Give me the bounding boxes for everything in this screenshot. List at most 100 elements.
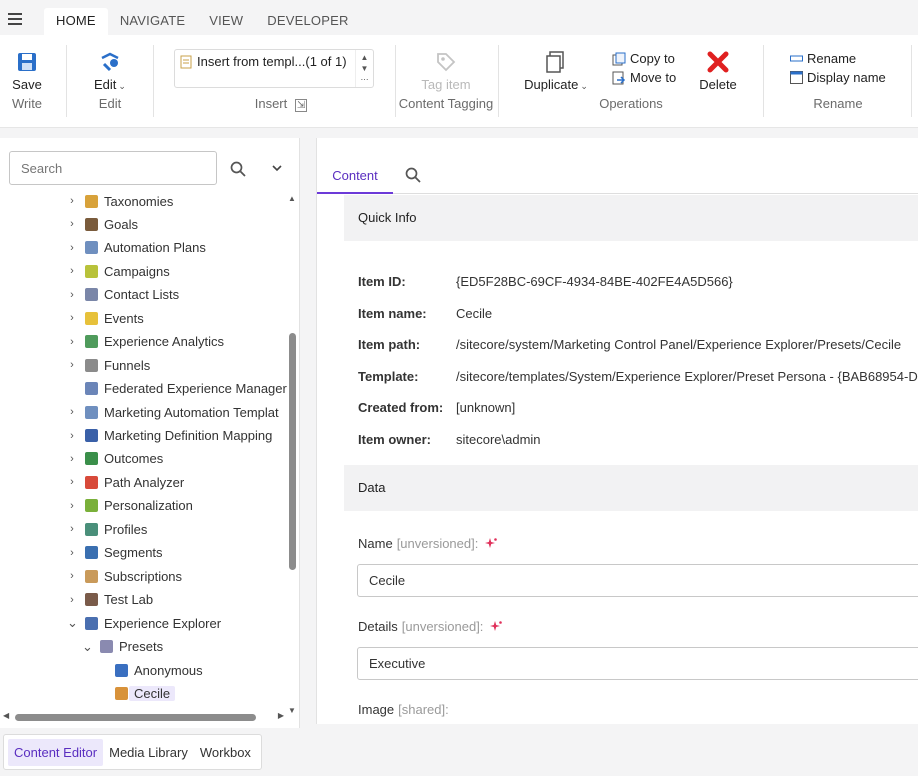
- quick-info-section-header[interactable]: Quick Info: [344, 195, 918, 241]
- chevron-right-icon[interactable]: ›: [67, 500, 77, 512]
- tree-node[interactable]: › Contact Lists: [67, 284, 179, 306]
- details-input[interactable]: [357, 647, 918, 680]
- chevron-down-icon[interactable]: ⌄: [82, 639, 93, 655]
- tree-node[interactable]: › Path Analyzer: [67, 471, 184, 493]
- item-path-value: /sitecore/system/Marketing Control Panel…: [456, 337, 902, 352]
- content-tabs: Content: [317, 156, 918, 194]
- funnels-icon: [85, 358, 98, 372]
- chevron-right-icon[interactable]: ›: [67, 289, 77, 301]
- tab-view[interactable]: VIEW: [197, 8, 255, 35]
- tree-node[interactable]: › Taxonomies: [67, 190, 173, 212]
- chevron-right-icon[interactable]: ›: [67, 195, 77, 207]
- scroll-left-icon[interactable]: ◀: [3, 711, 9, 720]
- chevron-right-icon[interactable]: ›: [67, 312, 77, 324]
- tree-node[interactable]: › Personalization: [67, 495, 193, 517]
- save-button[interactable]: Save: [9, 50, 45, 92]
- chevron-right-icon[interactable]: ›: [67, 570, 77, 582]
- chevron-right-icon[interactable]: ›: [67, 218, 77, 230]
- chevron-right-icon[interactable]: ›: [67, 547, 77, 559]
- copy-to-button[interactable]: Copy to: [612, 51, 675, 66]
- display-name-button[interactable]: Display name: [790, 70, 886, 85]
- edit-button[interactable]: Edit ⌄: [88, 50, 132, 92]
- duplicate-button[interactable]: Duplicate ⌄: [520, 50, 592, 92]
- tree-node[interactable]: › Goals: [67, 213, 138, 235]
- tree-node[interactable]: › Experience Analytics: [67, 331, 224, 353]
- tree-vertical-scrollbar[interactable]: ▲ ▼: [287, 190, 299, 715]
- tree-node[interactable]: Anonymous: [97, 659, 203, 681]
- tag-item-label: Tag item: [421, 77, 471, 92]
- move-to-button[interactable]: Move to: [612, 70, 676, 85]
- copy-to-label: Copy to: [630, 51, 675, 66]
- chevron-right-icon[interactable]: ›: [67, 523, 77, 535]
- name-field-label: Name [unversioned]:: [358, 536, 498, 551]
- content-tree: › Taxonomies › Goals › Automation Plans › Campa…: [0, 190, 287, 708]
- tab-home[interactable]: HOME: [44, 8, 108, 35]
- chevron-right-icon[interactable]: ›: [67, 476, 77, 488]
- chevron-right-icon[interactable]: ›: [67, 594, 77, 606]
- tree-node[interactable]: Cecile: [97, 682, 176, 704]
- tree-search-input[interactable]: [9, 151, 217, 185]
- data-section-header[interactable]: Data: [344, 465, 918, 511]
- tag-item-button[interactable]: Tag item: [418, 50, 474, 92]
- template-value[interactable]: /sitecore/templates/System/Experience Ex…: [456, 369, 918, 384]
- persona-cecile-icon: [115, 686, 128, 700]
- chevron-right-icon[interactable]: ›: [67, 359, 77, 371]
- scroll-up-icon[interactable]: ▲: [288, 194, 296, 203]
- ai-sparkle-icon[interactable]: [484, 537, 498, 551]
- tab-workbox[interactable]: Workbox: [194, 739, 257, 766]
- tab-media-library[interactable]: Media Library: [103, 739, 194, 766]
- scrollbar-thumb[interactable]: [289, 333, 296, 570]
- scrollbar-thumb[interactable]: [15, 714, 256, 721]
- search-icon[interactable]: [230, 161, 246, 177]
- tree-node[interactable]: › Funnels: [67, 354, 150, 376]
- chevron-right-icon[interactable]: ›: [67, 430, 77, 442]
- tree-node[interactable]: › Profiles: [67, 518, 147, 540]
- tree-node[interactable]: › Segments: [67, 542, 162, 564]
- chevron-right-icon[interactable]: ›: [67, 336, 77, 348]
- created-from-row: Created from: [unknown]: [358, 400, 515, 415]
- rename-button[interactable]: Rename: [790, 51, 856, 66]
- tree-node[interactable]: ⌄ Presets: [82, 636, 163, 658]
- tree-node[interactable]: › Automation Plans: [67, 237, 206, 259]
- group-separator: [153, 45, 154, 117]
- ai-sparkle-icon[interactable]: [489, 620, 503, 634]
- tree-node[interactable]: › Marketing Automation Templat: [67, 401, 278, 423]
- taxonomies-icon: [85, 194, 98, 208]
- tab-developer[interactable]: DEVELOPER: [255, 8, 360, 35]
- created-from-label: Created from:: [358, 400, 444, 415]
- tree-node-label: Automation Plans: [104, 240, 206, 256]
- tree-horizontal-scrollbar[interactable]: ◀ ▶: [0, 711, 287, 723]
- item-path-label: Item path:: [358, 337, 421, 352]
- chevron-down-icon[interactable]: [272, 164, 282, 172]
- expand-dialog-icon[interactable]: ⇲: [294, 99, 308, 112]
- tree-node[interactable]: › Marketing Definition Mapping: [67, 425, 272, 447]
- hamburger-menu-icon[interactable]: [8, 13, 22, 25]
- tree-node[interactable]: › Test Lab: [67, 589, 153, 611]
- search-icon[interactable]: [405, 167, 421, 183]
- tree-node[interactable]: Federated Experience Manager: [67, 378, 287, 400]
- chevron-right-icon[interactable]: ›: [67, 406, 77, 418]
- chevron-down-icon[interactable]: ⌄: [67, 615, 78, 631]
- ribbon: Save Write Edit ⌄ Edit Insert from templ.…: [0, 35, 918, 128]
- delete-button[interactable]: Delete: [698, 50, 738, 92]
- chevron-down-icon: ⌄: [580, 81, 588, 91]
- outcomes-icon: [85, 452, 98, 466]
- tree-node[interactable]: ⌄ Experience Explorer: [67, 612, 221, 634]
- chevron-right-icon[interactable]: ›: [67, 453, 77, 465]
- tree-node[interactable]: › Events: [67, 307, 144, 329]
- image-label-text: Image: [358, 702, 395, 717]
- tab-navigate[interactable]: NAVIGATE: [108, 8, 197, 35]
- edit-icon: [101, 52, 119, 72]
- tab-content-editor[interactable]: Content Editor: [8, 738, 104, 766]
- experience-analytics-icon: [85, 335, 98, 349]
- tree-node[interactable]: › Outcomes: [67, 448, 163, 470]
- scroll-right-icon[interactable]: ▶: [278, 711, 284, 720]
- tree-node[interactable]: › Campaigns: [67, 260, 170, 282]
- tree-node[interactable]: › Subscriptions: [67, 565, 182, 587]
- item-path-row: Item path: /sitecore/system/Marketing Con…: [358, 337, 901, 352]
- chevron-right-icon[interactable]: ›: [67, 265, 77, 277]
- scroll-down-icon[interactable]: ▼: [288, 706, 296, 715]
- name-input[interactable]: [357, 564, 918, 597]
- chevron-right-icon[interactable]: ›: [67, 242, 77, 254]
- tab-content[interactable]: Content: [317, 156, 393, 194]
